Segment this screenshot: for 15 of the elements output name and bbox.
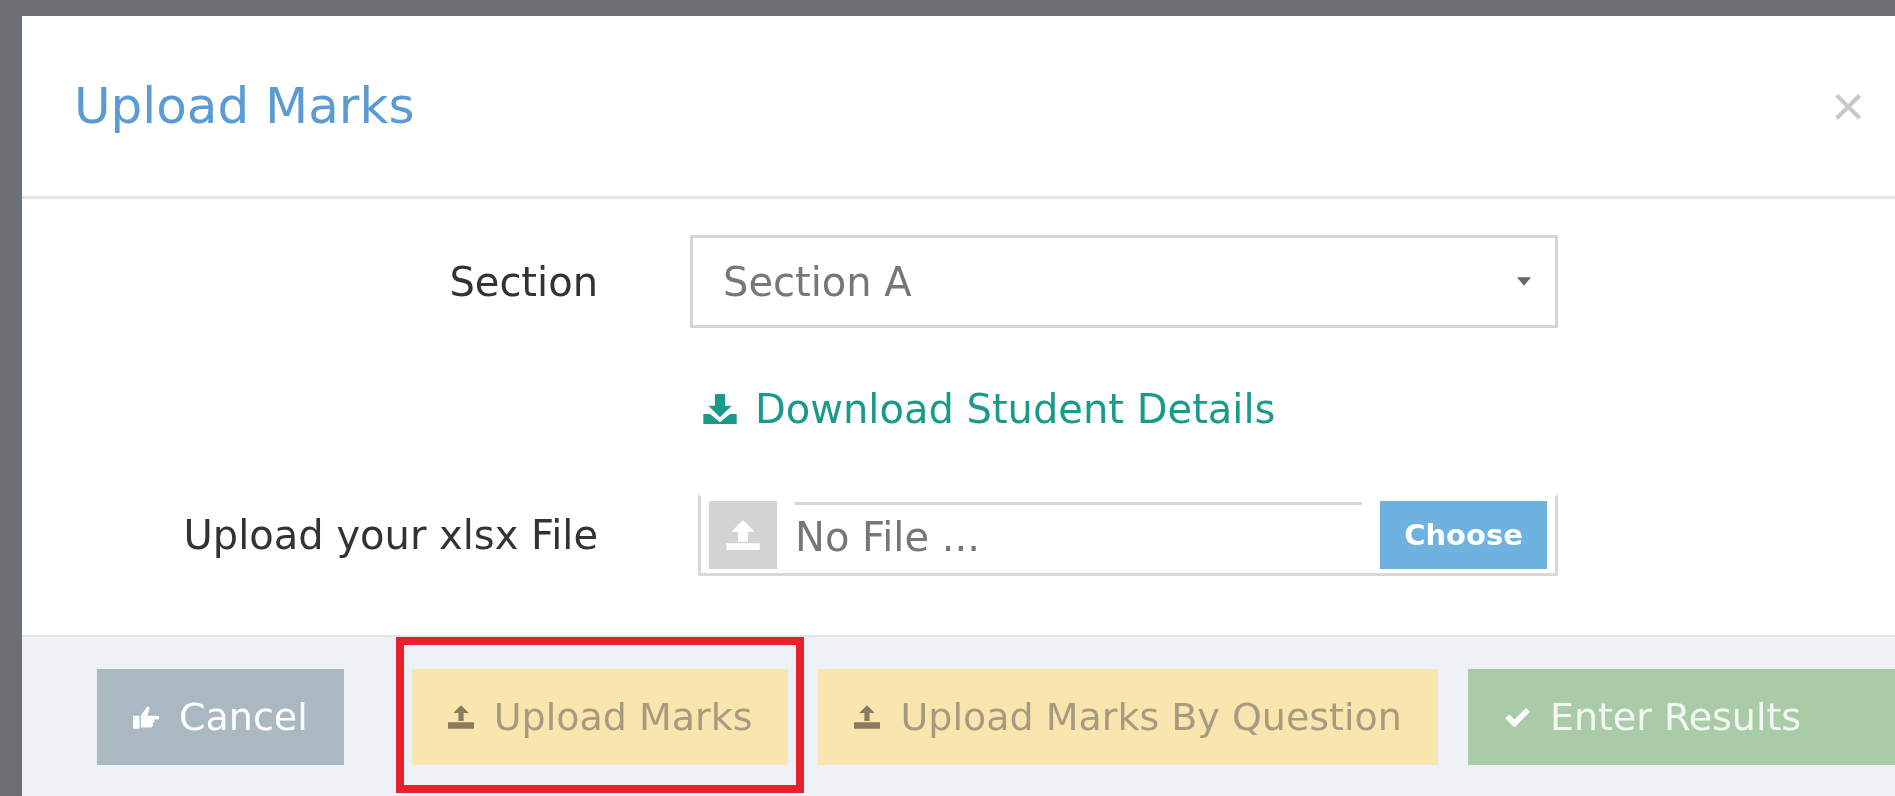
choose-button[interactable]: Choose [1380, 501, 1547, 569]
field-label: Section [449, 258, 598, 305]
download-icon [703, 394, 737, 424]
caret-icon [1517, 277, 1531, 286]
dialog-title: Upload Marks [74, 77, 415, 135]
upload-icon [854, 704, 881, 729]
close-button[interactable]: × [1821, 77, 1875, 135]
upload-icon [447, 704, 474, 729]
field-label: Upload your xlsx File [183, 512, 598, 558]
upload-icon [709, 501, 777, 569]
download-link[interactable]: Download Student Details [690, 328, 1276, 494]
action-button[interactable]: Cancel [97, 668, 344, 765]
section-dropdown[interactable]: Section A [690, 235, 1558, 328]
hand-pointing-icon [133, 704, 159, 729]
file-input[interactable]: No File ... Choose [698, 494, 1558, 576]
